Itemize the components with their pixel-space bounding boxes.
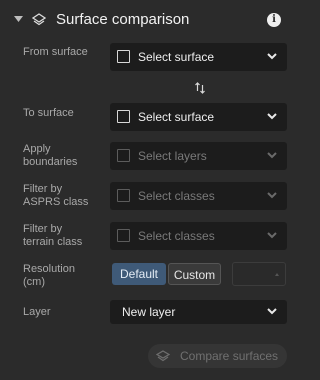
apply-boundaries-label: Apply boundaries xyxy=(23,143,77,169)
resolution-input[interactable] xyxy=(232,262,286,286)
filter-terrain-label-line2: terrain class xyxy=(23,236,83,248)
compare-surfaces-button[interactable]: Compare surfaces xyxy=(148,344,287,368)
panel-title: Surface comparison xyxy=(56,11,190,28)
filter-asprs-placeholder: Select classes xyxy=(138,189,215,203)
to-surface-label: To surface xyxy=(23,107,74,119)
from-surface-checkbox[interactable] xyxy=(117,50,130,63)
surface-layers-icon xyxy=(32,13,46,26)
surface-comparison-panel: Surface comparison i From surface Select… xyxy=(0,0,300,380)
filter-terrain-checkbox[interactable] xyxy=(117,229,130,242)
chevron-down-icon xyxy=(267,232,277,239)
chevron-down-icon xyxy=(267,308,277,315)
apply-boundaries-dropdown[interactable]: Select layers xyxy=(110,142,287,170)
filter-asprs-label-line1: Filter by xyxy=(23,183,63,195)
filter-asprs-label: Filter by ASPRS class xyxy=(23,183,88,209)
filter-asprs-label-line2: ASPRS class xyxy=(23,196,89,208)
to-surface-checkbox[interactable] xyxy=(117,110,130,123)
apply-boundaries-label-line1: Apply xyxy=(23,143,51,155)
resolution-label-line2: (cm) xyxy=(23,276,45,288)
swap-surfaces-icon[interactable] xyxy=(194,81,206,95)
resolution-custom-toggle[interactable]: Custom xyxy=(168,263,221,285)
from-surface-label: From surface xyxy=(23,46,88,58)
surface-layers-icon xyxy=(156,350,170,362)
spinner-icon[interactable] xyxy=(275,273,279,276)
collapse-caret-icon[interactable] xyxy=(14,16,23,23)
from-surface-placeholder: Select surface xyxy=(138,50,215,64)
apply-boundaries-placeholder: Select layers xyxy=(138,149,207,163)
filter-terrain-label-line1: Filter by xyxy=(23,223,63,235)
to-surface-placeholder: Select surface xyxy=(138,110,215,124)
panel-header[interactable]: Surface comparison i xyxy=(0,0,300,40)
chevron-down-icon xyxy=(267,192,277,199)
resolution-default-toggle[interactable]: Default xyxy=(112,263,166,285)
chevron-down-icon xyxy=(267,53,277,60)
resolution-label-line1: Resolution xyxy=(23,263,75,275)
info-icon[interactable]: i xyxy=(267,13,281,27)
filter-terrain-dropdown[interactable]: Select classes xyxy=(110,222,287,250)
filter-terrain-placeholder: Select classes xyxy=(138,229,215,243)
filter-asprs-checkbox[interactable] xyxy=(117,189,130,202)
chevron-down-icon xyxy=(267,152,277,159)
chevron-down-icon xyxy=(267,113,277,120)
filter-terrain-label: Filter by terrain class xyxy=(23,223,82,249)
resolution-label: Resolution (cm) xyxy=(23,263,75,289)
layer-value: New layer xyxy=(122,305,176,319)
to-surface-dropdown[interactable]: Select surface xyxy=(110,103,287,131)
layer-dropdown[interactable]: New layer xyxy=(110,300,287,324)
apply-boundaries-checkbox[interactable] xyxy=(117,149,130,162)
from-surface-dropdown[interactable]: Select surface xyxy=(110,43,287,71)
compare-surfaces-label: Compare surfaces xyxy=(180,349,279,363)
layer-label: Layer xyxy=(23,306,51,318)
filter-asprs-dropdown[interactable]: Select classes xyxy=(110,182,287,210)
apply-boundaries-label-line2: boundaries xyxy=(23,156,78,168)
